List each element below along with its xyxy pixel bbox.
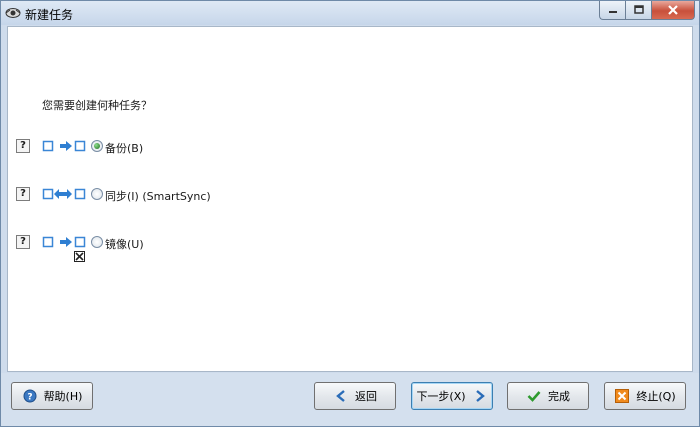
finish-button[interactable]: 完成 <box>507 382 589 410</box>
cancel-button[interactable]: 终止(Q) <box>604 382 686 410</box>
next-button[interactable]: 下一步(X) <box>411 382 493 410</box>
question-label: 您需要创建何种任务？ <box>42 99 152 112</box>
option-mirror: ? 镜像(U) <box>8 235 408 269</box>
sync-diagram-icon <box>42 188 86 200</box>
window-title: 新建任务 <box>25 8 74 22</box>
svg-text:?: ? <box>27 393 32 403</box>
checkmark-icon <box>526 388 542 404</box>
backup-label[interactable]: 备份(B) <box>105 140 143 156</box>
mirror-radio[interactable] <box>91 236 103 248</box>
task-type-panel: 您需要创建何种任务？ ? 备份(B) ? 同步(I) (SmartSync) ?… <box>7 26 693 372</box>
close-button[interactable] <box>651 1 695 20</box>
cancel-button-label: 终止(Q) <box>636 390 676 403</box>
minimize-button[interactable] <box>599 1 625 20</box>
close-icon <box>668 5 678 15</box>
chevron-right-icon <box>472 388 488 404</box>
delete-file-icon <box>74 251 85 262</box>
next-button-label: 下一步(X) <box>416 390 466 403</box>
minimize-icon <box>608 11 617 13</box>
maximize-icon <box>633 5 644 14</box>
button-bar: ? 帮助(H) 返回 下一步(X) 完成 终止(Q) <box>1 373 699 426</box>
help-icon: ? <box>22 388 38 404</box>
title-bar[interactable]: 新建任务 <box>1 1 699 25</box>
help-question-button[interactable]: ? <box>16 235 30 249</box>
back-button[interactable]: 返回 <box>314 382 396 410</box>
help-question-button[interactable]: ? <box>16 139 30 153</box>
backup-radio[interactable] <box>91 140 103 152</box>
help-question-button[interactable]: ? <box>16 187 30 201</box>
mirror-label[interactable]: 镜像(U) <box>105 236 144 252</box>
sync-radio[interactable] <box>91 188 103 200</box>
app-icon <box>5 8 21 18</box>
new-task-window: 新建任务 您需要创建何种任务？ ? 备份(B) ? 同步(I) (SmartSy… <box>0 0 700 427</box>
maximize-button[interactable] <box>625 1 651 20</box>
radio-selected-dot <box>94 143 100 149</box>
help-button[interactable]: ? 帮助(H) <box>11 382 93 410</box>
backup-diagram-icon <box>42 140 86 152</box>
back-button-label: 返回 <box>355 390 377 403</box>
window-controls <box>599 1 695 20</box>
chevron-left-icon <box>333 388 349 404</box>
option-sync: ? 同步(I) (SmartSync) <box>8 187 408 211</box>
help-button-label: 帮助(H) <box>43 390 83 403</box>
sync-label[interactable]: 同步(I) (SmartSync) <box>105 188 211 204</box>
mirror-diagram-icon <box>42 236 86 248</box>
option-backup: ? 备份(B) <box>8 139 408 163</box>
stop-icon <box>614 388 630 404</box>
finish-button-label: 完成 <box>548 390 570 403</box>
